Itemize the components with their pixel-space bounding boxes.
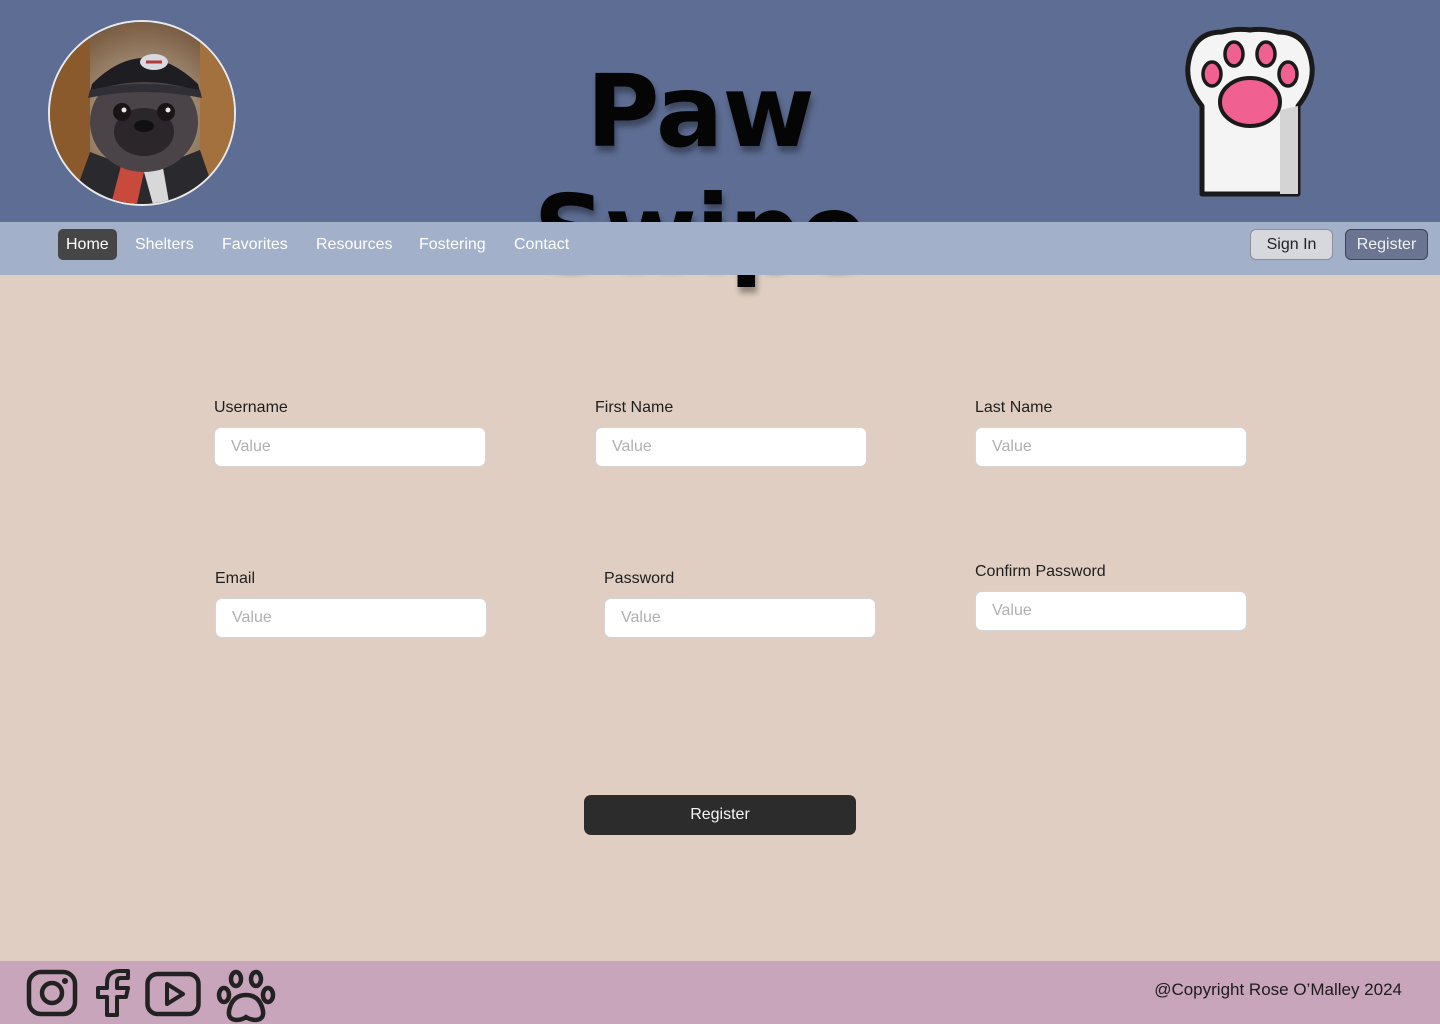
email-input[interactable] bbox=[215, 598, 487, 638]
nav-home[interactable]: Home bbox=[58, 229, 117, 260]
nav-resources[interactable]: Resources bbox=[308, 229, 400, 260]
site-footer: @Copyright Rose O’Malley 2024 bbox=[0, 961, 1440, 1024]
last-name-input[interactable] bbox=[975, 427, 1247, 467]
last-name-label: Last Name bbox=[975, 399, 1053, 416]
first-name-label: First Name bbox=[595, 399, 674, 416]
username-label: Username bbox=[214, 399, 288, 416]
nav-fostering[interactable]: Fostering bbox=[411, 229, 494, 260]
password-label: Password bbox=[604, 570, 675, 587]
username-input[interactable] bbox=[214, 427, 486, 467]
first-name-input[interactable] bbox=[595, 427, 867, 467]
pug-avatar-icon bbox=[48, 20, 236, 206]
nav-register-button[interactable]: Register bbox=[1345, 229, 1428, 260]
copyright-text: @Copyright Rose O’Malley 2024 bbox=[1154, 980, 1402, 999]
facebook-icon[interactable] bbox=[94, 969, 132, 1022]
paw-logo-icon bbox=[1184, 26, 1316, 198]
register-submit-button[interactable]: Register bbox=[584, 795, 856, 835]
nav-shelters[interactable]: Shelters bbox=[127, 229, 202, 260]
instagram-icon[interactable] bbox=[26, 969, 78, 1022]
youtube-icon[interactable] bbox=[145, 969, 201, 1022]
nav-contact[interactable]: Contact bbox=[506, 229, 577, 260]
paw-icon[interactable] bbox=[216, 969, 276, 1024]
email-label: Email bbox=[215, 570, 256, 587]
nav-favorites[interactable]: Favorites bbox=[214, 229, 296, 260]
sign-in-button[interactable]: Sign In bbox=[1250, 229, 1333, 260]
confirm-password-input[interactable] bbox=[975, 591, 1247, 631]
site-header: Paw Swipe bbox=[0, 0, 1440, 290]
password-input[interactable] bbox=[604, 598, 876, 638]
main-navbar: Home Shelters Favorites Resources Foster… bbox=[0, 222, 1440, 275]
confirm-password-label: Confirm Password bbox=[975, 563, 1106, 580]
